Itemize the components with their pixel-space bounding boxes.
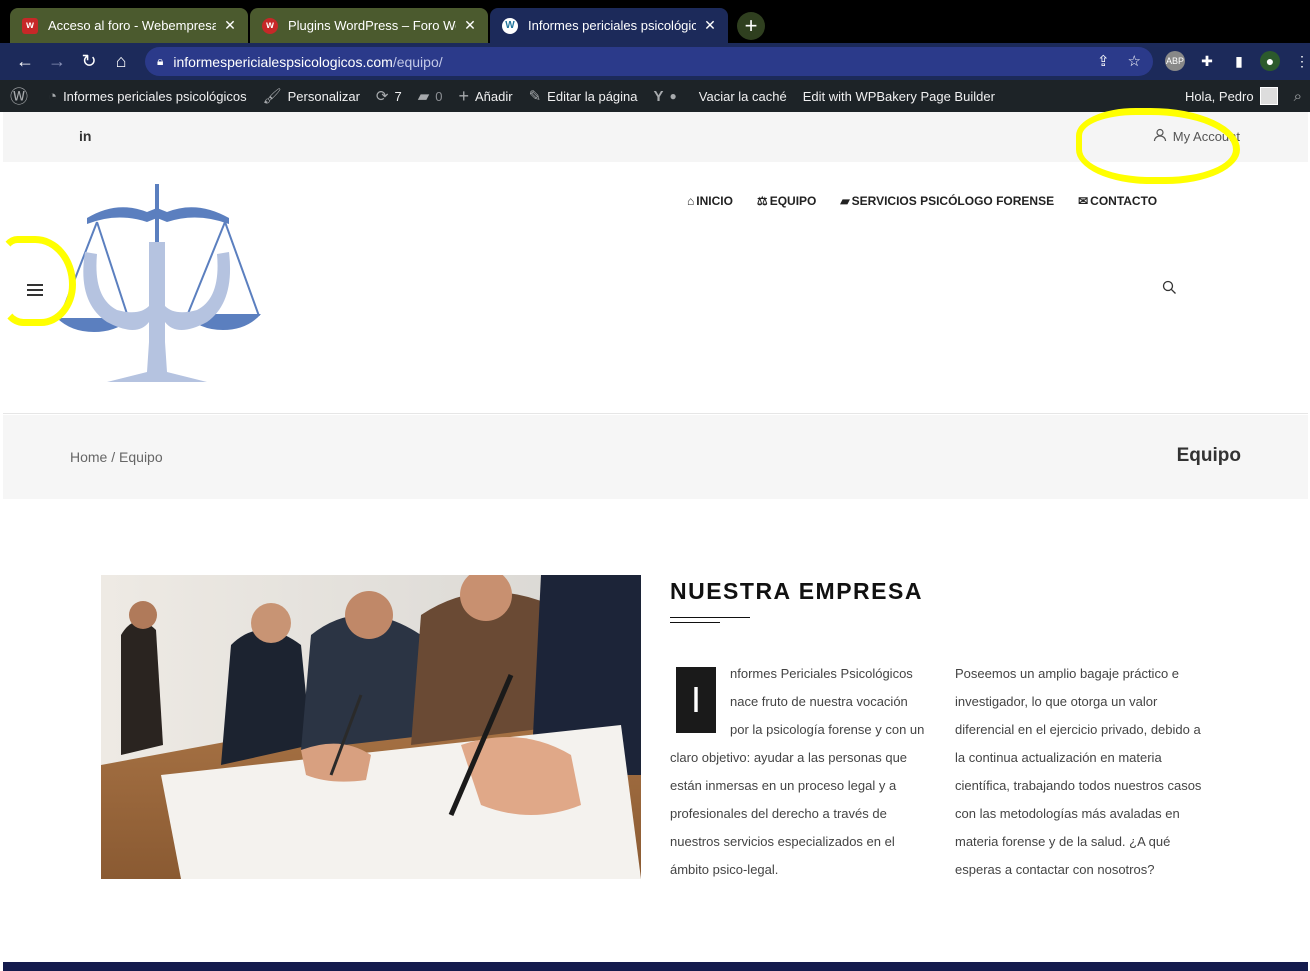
site-name-menu[interactable]: ◔ Informes periciales psicológicos bbox=[40, 80, 255, 112]
clear-cache-menu[interactable]: Vaciar la caché bbox=[691, 80, 795, 112]
edit-page-label: Editar la página bbox=[547, 88, 638, 104]
close-icon[interactable]: ✕ bbox=[462, 17, 478, 34]
admin-search[interactable]: ⌕ bbox=[1286, 80, 1310, 112]
team-meeting-photo bbox=[101, 575, 641, 879]
comments-count: 0 bbox=[435, 88, 443, 104]
wordpress-favicon-icon: W bbox=[502, 17, 518, 34]
customize-menu[interactable]: 🖌︎ Personalizar bbox=[255, 80, 368, 112]
nav-item-equipo[interactable]: ⚖ EQUIPO bbox=[757, 194, 816, 208]
share-icon[interactable]: ⇪ bbox=[1097, 52, 1110, 70]
address-bar[interactable]: 🔒︎ informespericialespsicologicos.com/eq… bbox=[145, 47, 1153, 76]
yoast-seo-menu[interactable]: Y ● bbox=[646, 80, 691, 112]
nav-label: EQUIPO bbox=[769, 194, 817, 208]
sidebar-icon[interactable]: ▮ bbox=[1229, 51, 1249, 71]
clear-cache-label: Vaciar la caché bbox=[698, 88, 787, 104]
back-arrow-icon[interactable]: ← bbox=[13, 49, 37, 73]
wp-admin-bar: Ⓦ ◔ Informes periciales psicológicos 🖌︎ … bbox=[0, 80, 1310, 112]
about-column-2: Poseemos un amplio bagaje práctico e inv… bbox=[955, 660, 1210, 884]
browser-tab-foro[interactable]: w Acceso al foro - Webempresa Eur ✕ bbox=[10, 8, 248, 43]
nav-label: INICIO bbox=[696, 194, 733, 208]
refresh-updates-icon: ⟳ bbox=[375, 88, 389, 105]
comment-bubble-icon: ▰ bbox=[417, 88, 430, 105]
add-new-label: Añadir bbox=[475, 88, 513, 104]
nav-label: CONTACTO bbox=[1090, 194, 1158, 208]
user-avatar bbox=[1259, 87, 1278, 105]
profile-avatar-icon[interactable]: ● bbox=[1260, 51, 1280, 71]
extensions-puzzle-icon[interactable]: ✚ bbox=[1197, 51, 1217, 71]
close-icon[interactable]: ✕ bbox=[702, 17, 718, 34]
search-icon: ⌕ bbox=[1293, 87, 1302, 105]
browser-tab-plugins[interactable]: w Plugins WordPress – Foro Webem ✕ bbox=[250, 8, 488, 43]
breadcrumb-separator: / bbox=[107, 449, 120, 465]
nav-item-inicio[interactable]: ⌂ INICIO bbox=[687, 194, 733, 208]
add-new-menu[interactable]: + Añadir bbox=[451, 80, 521, 112]
pencil-icon: ✎ bbox=[528, 88, 542, 105]
forward-arrow-icon[interactable]: → bbox=[45, 49, 69, 73]
my-account-menu[interactable]: Hola, Pedro bbox=[1177, 80, 1286, 112]
paintbrush-icon: 🖌︎ bbox=[262, 88, 282, 105]
footer-edge bbox=[3, 962, 1308, 971]
page-title: Equipo bbox=[1176, 445, 1241, 466]
about-column-1: I nformes Periciales Psicológicos nace f… bbox=[670, 660, 925, 884]
wpbakery-label: Edit with WPBakery Page Builder bbox=[802, 88, 995, 104]
home-icon: ⌂ bbox=[687, 194, 695, 208]
heading-divider-short bbox=[670, 622, 720, 623]
seo-status-dot-icon: ● bbox=[669, 89, 677, 103]
comments-menu[interactable]: ▰ 0 bbox=[410, 80, 451, 112]
balance-scale-icon: ⚖ bbox=[756, 194, 768, 208]
site-name-label: Informes periciales psicológicos bbox=[63, 88, 247, 104]
url-path: /equipo/ bbox=[392, 53, 443, 70]
about-text-2: Poseemos un amplio bagaje práctico e inv… bbox=[955, 666, 1202, 877]
site-logo-scales-psi[interactable] bbox=[57, 182, 261, 386]
url-domain: informespericialespsicologicos.com bbox=[173, 53, 393, 70]
yoast-logo-icon: Y bbox=[653, 87, 664, 105]
tab-title: Acceso al foro - Webempresa Eur bbox=[48, 18, 216, 33]
lock-icon: 🔒︎ bbox=[157, 54, 164, 68]
webempresa-favicon-icon: w bbox=[22, 17, 38, 34]
wp-logo-menu[interactable]: Ⓦ bbox=[0, 80, 40, 112]
heading-divider bbox=[670, 617, 750, 618]
nav-label: SERVICIOS PSICÓLOGO FORENSE bbox=[851, 194, 1055, 208]
nav-item-contacto[interactable]: ✉ CONTACTO bbox=[1078, 194, 1157, 208]
header-search-icon[interactable] bbox=[1162, 280, 1177, 299]
menu-kebab-icon[interactable]: ⋮ bbox=[1292, 51, 1310, 71]
envelope-icon: ✉ bbox=[1078, 194, 1089, 208]
breadcrumb-current: Equipo bbox=[119, 449, 163, 465]
breadcrumb-home-link[interactable]: Home bbox=[70, 449, 107, 465]
tab-strip: w Acceso al foro - Webempresa Eur ✕ w Pl… bbox=[0, 0, 1310, 43]
tab-title: Plugins WordPress – Foro Webem bbox=[288, 18, 456, 33]
dropcap-letter: I bbox=[676, 667, 716, 733]
updates-menu[interactable]: ⟳ 7 bbox=[368, 80, 410, 112]
site-header: ⌂ INICIO ⚖ EQUIPO ▰ SERVICIOS PSICÓLOGO … bbox=[3, 162, 1308, 414]
dashboard-gauge-icon: ◔ bbox=[48, 87, 58, 105]
browser-toolbar: ← → ↻ ⌂ 🔒︎ informespericialespsicologico… bbox=[0, 43, 1310, 80]
close-icon[interactable]: ✕ bbox=[222, 17, 238, 34]
folder-open-icon: ▰ bbox=[840, 194, 850, 208]
wordpress-logo-icon: Ⓦ bbox=[10, 87, 28, 107]
linkedin-icon[interactable]: in bbox=[79, 128, 91, 144]
bookmark-star-icon[interactable]: ☆ bbox=[1128, 52, 1141, 70]
adblock-extension-icon[interactable]: ABP bbox=[1165, 51, 1185, 71]
edit-page-menu[interactable]: ✎ Editar la página bbox=[521, 80, 646, 112]
nav-item-servicios[interactable]: ▰ SERVICIOS PSICÓLOGO FORENSE bbox=[840, 194, 1054, 208]
updates-count: 7 bbox=[394, 88, 402, 104]
section-heading: NUESTRA EMPRESA bbox=[670, 578, 923, 604]
greeting-label: Hola, Pedro bbox=[1184, 88, 1254, 104]
new-tab-button[interactable]: + bbox=[737, 12, 765, 40]
customize-label: Personalizar bbox=[287, 88, 360, 104]
reload-icon[interactable]: ↻ bbox=[77, 49, 101, 73]
webempresa-favicon-icon: w bbox=[262, 17, 278, 34]
wpbakery-menu[interactable]: Edit with WPBakery Page Builder bbox=[795, 80, 1003, 112]
browser-tab-informes[interactable]: W Informes periciales psicológicos - ✕ bbox=[490, 8, 728, 43]
plus-icon: + bbox=[458, 85, 470, 106]
breadcrumb: Home / Equipo bbox=[70, 449, 163, 465]
browser-window: w Acceso al foro - Webempresa Eur ✕ w Pl… bbox=[0, 0, 1310, 971]
page-title-bar: Home / Equipo Equipo bbox=[3, 415, 1308, 499]
tab-title: Informes periciales psicológicos - bbox=[528, 18, 696, 33]
home-icon[interactable]: ⌂ bbox=[109, 49, 133, 73]
main-navigation: ⌂ INICIO ⚖ EQUIPO ▰ SERVICIOS PSICÓLOGO … bbox=[687, 194, 1157, 208]
